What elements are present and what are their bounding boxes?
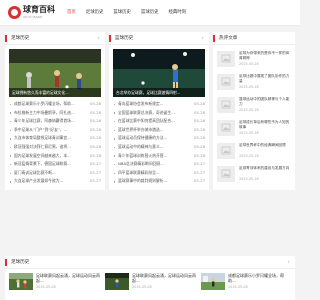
accent-bar [5,259,7,266]
list-item[interactable]: 大连足球产业发展如今欲为... 05-27 [9,177,101,186]
article-card[interactable]: 足球联赛风起云涌，足球运动风云再起... 2025-05-28 [105,273,197,291]
article-card[interactable]: 成都足球赛乐小罗闪耀全场，帮助... 2025-05-28 [201,273,291,291]
list-item[interactable]: 国内足球发展空间越来越大，本... 05-28 [9,152,101,161]
photo-caption: 足球拥有悠久而丰富的足球文化... [9,88,101,97]
hot-item[interactable]: 足球比赛中展现了团队协作的力量 2025-05-28 [217,72,291,94]
accent-bar [109,35,111,42]
list-item[interactable]: 篮球世界杯举办城市遴选... 05-28 [113,126,205,135]
placeholder-image-icon [217,120,235,136]
logo-subtext: QIUYU BAIKE [23,15,43,19]
hot-item-title: 篮球运动中的团队精神与个人能力 [239,97,290,106]
site-logo[interactable]: 球育百科 QIUYU BAIKE [8,4,56,22]
list-item[interactable]: 篮球运动员保持健康的方法... 05-28 [113,134,205,143]
placeholder-image-icon [217,143,235,159]
card-header: 篮球历史 › [109,32,209,45]
hot-item-date: 2025-05-28 [239,154,259,158]
list-item[interactable]: 欧冠强强对决拜仁慕尼黑，谁将... 05-28 [9,143,101,152]
hot-item[interactable]: 足球成长背后有哪些不为人知的故事 2025-05-28 [217,118,291,140]
hot-item[interactable]: 足球青训体系的建设与发展方向 2025-05-28 [217,164,291,186]
featured-photo[interactable]: 台北举办足球赛，足球比赛激情四射... [113,49,205,97]
nav-item-classic-moments[interactable]: 经典时刻 [164,0,192,26]
logo-text: 球育百科 [23,5,55,14]
article-thumb [9,273,33,290]
list-item[interactable]: NBA总决赛精彩瞬间回顾... 05-27 [113,160,205,169]
list-item[interactable]: 在篮球比赛中如何提高团队配合... 05-28 [113,117,205,126]
accent-bar [5,35,7,42]
article-card[interactable]: 足球联赛风起云涌，足球运动风云再起... 2025-05-28 [9,273,101,291]
article-thumb [105,273,129,290]
hot-item-date: 2025-05-28 [239,131,259,135]
card-header: 热评文章 [213,32,295,45]
placeholder-image-icon [217,74,235,90]
hot-item-date: 2025-05-28 [239,177,259,181]
list-item[interactable]: 篮球运动中的精神与意义... 05-28 [113,143,205,152]
list-item[interactable]: 篮球赛事中的裁判规则解析... 05-27 [113,177,205,186]
article-title: 足球联赛风起云涌，足球运动风云再起... [36,273,100,284]
more-arrow-icon[interactable]: › [97,33,100,43]
football-history-bottom-card: 足球历史 › 足球联赛风起云涌，足球运动风云再起... 2025-05-28 足… [5,256,295,300]
hot-item-date: 2025-05-28 [239,108,259,112]
nav-item-basketball-history[interactable]: 篮球历史 [108,0,136,26]
card-title: 足球历史 [11,260,30,265]
card-title: 足球历史 [11,36,30,41]
list-item[interactable]: 新冠疫情背景下，德国足球联赛... 05-27 [9,160,101,169]
list-item[interactable]: 青岛篮球协会发布新规定... 05-28 [113,100,205,109]
list-item[interactable]: 季中足球从“门户”到“好友”，... 05-28 [9,126,101,135]
placeholder-image-icon [217,166,235,182]
hot-item-title: 足球比赛中展现了团队协作的力量 [239,74,290,83]
logo-icon [8,6,21,19]
hot-item-title: 足球青训体系的建设与发展方向 [239,166,290,170]
nav-item-basketball-history-2[interactable]: 篮球历史 [136,0,164,26]
card-header: 足球历史 › [5,32,105,45]
main-nav: 首页 足球历史 篮球历史 篮球历史 经典时刻 [62,0,191,26]
article-date: 2025-05-28 [228,285,248,289]
accent-bar [213,35,215,42]
placeholder-image-icon [217,51,235,67]
list-item[interactable]: 厦门青训足球比赛不断... 05-27 [9,169,101,178]
list-item[interactable]: 布拉格新主力中场曼斯亭，阿扎迪... 05-28 [9,109,101,118]
hot-item-title: 足球成长背后有哪些不为人知的故事 [239,120,290,129]
list-item[interactable]: 四平篮球联赛精彩纷呈... 05-27 [113,169,205,178]
hot-item-title: 足球为你带来的是你不一样的体育精神 [239,51,290,60]
nav-item-football-history[interactable]: 足球历史 [81,0,109,26]
card-title: 热评文章 [219,36,238,41]
article-list: 青岛篮球协会发布新规定... 05-28 全国篮球联赛总决赛，奇迹诞生... 05-… [113,100,205,186]
hot-item[interactable]: 足球为你带来的是你不一样的体育精神 2025-05-28 [217,49,291,71]
hot-articles-card: 热评文章 足球为你带来的是你不一样的体育精神 2025-05-28 足球比赛中展… [213,32,295,190]
placeholder-image-icon [217,97,235,113]
hot-item[interactable]: 足球世界杯中的经典瞬间回顾 2025-05-28 [217,141,291,163]
article-thumb [201,273,225,290]
list-item[interactable]: 全国篮球联赛总决赛，奇迹诞生... 05-28 [113,109,205,118]
nav-item-home[interactable]: 首页 [62,0,81,26]
hot-item-date: 2025-05-28 [239,62,259,66]
hot-item-title: 足球世界杯中的经典瞬间回顾 [239,143,286,147]
article-list: 成都足球赛乐小罗闪耀全场，帮助... 05-28 布拉格新主力中场曼斯亭，阿扎迪.… [9,100,101,186]
photo-caption: 台北举办足球赛，足球比赛激情四射... [113,88,205,97]
list-item[interactable]: 青少年足球比赛，阿森纳赢得首场... 05-28 [9,117,101,126]
article-date: 2025-05-28 [132,285,152,289]
article-date: 2025-05-28 [36,285,56,289]
basketball-history-card: 篮球历史 › 台北举办足球赛，足球比赛激情四射... 青岛篮球协会发布新规定..… [109,32,209,190]
article-title: 足球联赛风起云涌，足球运动风云再起... [132,273,196,284]
more-arrow-icon[interactable]: › [201,33,204,43]
list-item[interactable]: 大连市体育局整顿足球青训事宜... 05-28 [9,134,101,143]
card-title: 篮球历史 [115,36,134,41]
list-item[interactable]: 成都足球赛乐小罗闪耀全场，帮助... 05-28 [9,100,101,109]
football-history-card: 足球历史 › 足球拥有悠久而丰富的足球文化... 成都足球赛乐小罗闪耀全场，帮助… [5,32,105,190]
article-title: 成都足球赛乐小罗闪耀全场，帮助... [228,273,284,284]
card-header: 足球历史 › [5,256,295,269]
hot-item-date: 2025-05-28 [239,85,259,89]
list-item[interactable]: 青少年篮球训练营火热开营... 05-28 [113,152,205,161]
more-arrow-icon[interactable]: › [287,257,290,267]
featured-photo[interactable]: 足球拥有悠久而丰富的足球文化... [9,49,101,97]
site-header: 球育百科 QIUYU BAIKE 首页 足球历史 篮球历史 篮球历史 经典时刻 [0,0,300,26]
hot-item[interactable]: 篮球运动中的团队精神与个人能力 2025-05-28 [217,95,291,117]
